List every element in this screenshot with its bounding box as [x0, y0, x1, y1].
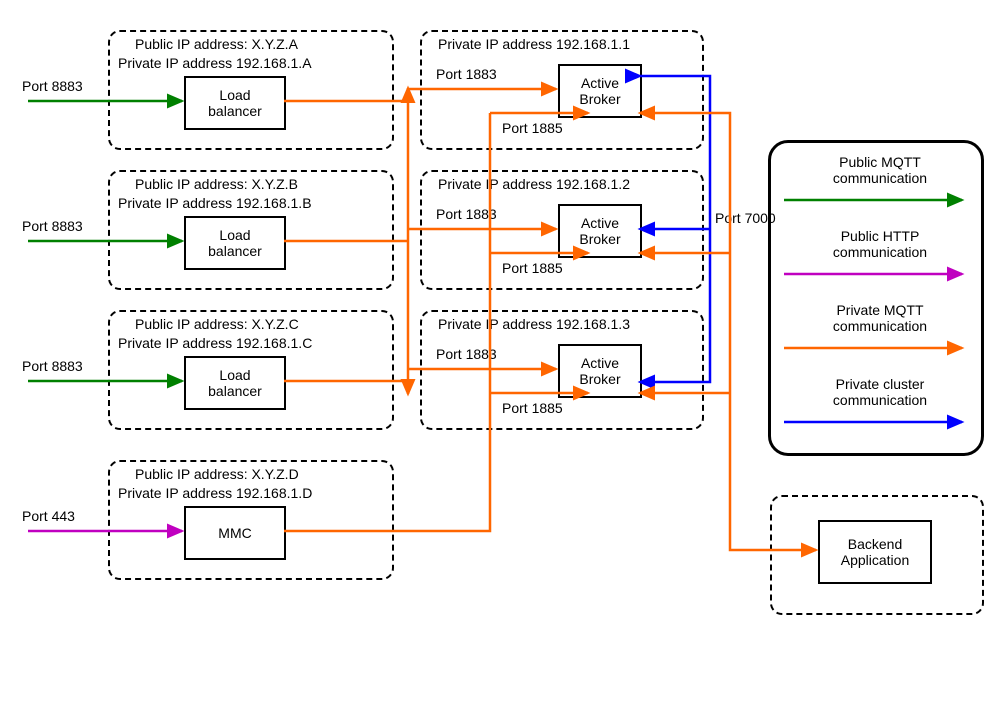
mmc-vertical — [284, 113, 490, 531]
arrows-layer — [0, 0, 1000, 707]
backend-line — [640, 113, 816, 550]
